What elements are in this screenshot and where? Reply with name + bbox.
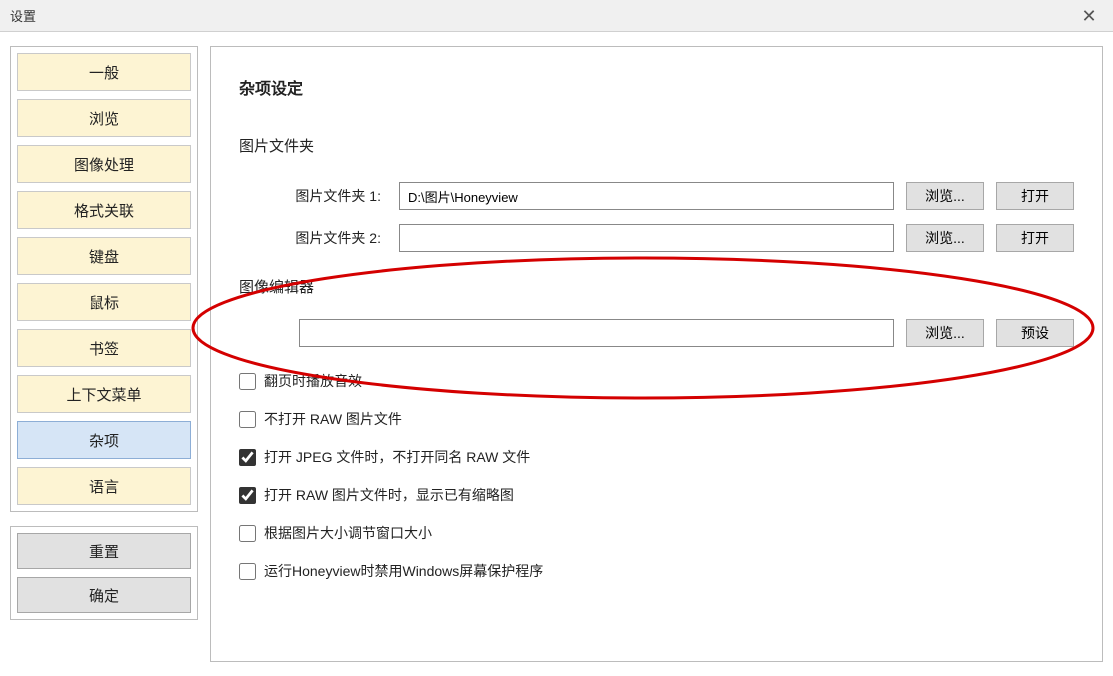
ok-button[interactable]: 确定 — [17, 577, 191, 613]
folder2-row: 图片文件夹 2: 浏览... 打开 — [239, 224, 1074, 252]
check-noraw-row: 不打开 RAW 图片文件 — [239, 409, 1074, 429]
reset-button[interactable]: 重置 — [17, 533, 191, 569]
editor-row: 浏览... 预设 — [239, 319, 1074, 347]
section-title: 杂项设定 — [239, 75, 1074, 99]
check-raw-thumb[interactable] — [239, 487, 256, 504]
sidebar: 一般 浏览 图像处理 格式关联 键盘 鼠标 书签 上下文菜单 杂项 语言 重置 … — [10, 46, 198, 662]
check-screensaver-row: 运行Honeyview时禁用Windows屏幕保护程序 — [239, 561, 1074, 581]
check-sound-row: 翻页时播放音效 — [239, 371, 1074, 391]
editor-input[interactable] — [299, 319, 894, 347]
folder1-open-button[interactable]: 打开 — [996, 182, 1074, 210]
sidebar-item-misc[interactable]: 杂项 — [17, 421, 191, 459]
editor-browse-button[interactable]: 浏览... — [906, 319, 984, 347]
folder2-label: 图片文件夹 2: — [279, 228, 399, 248]
image-folder-label: 图片文件夹 — [239, 135, 1074, 156]
dialog-body: 一般 浏览 图像处理 格式关联 键盘 鼠标 书签 上下文菜单 杂项 语言 重置 … — [0, 32, 1113, 676]
image-editor-label: 图像编辑器 — [239, 276, 1074, 297]
check-screensaver[interactable] — [239, 563, 256, 580]
check-raw-thumb-row: 打开 RAW 图片文件时，显示已有缩略图 — [239, 485, 1074, 505]
check-raw-thumb-label[interactable]: 打开 RAW 图片文件时，显示已有缩略图 — [264, 485, 514, 505]
sidebar-bottom: 重置 确定 — [10, 526, 198, 620]
check-resize-window[interactable] — [239, 525, 256, 542]
check-noraw-label[interactable]: 不打开 RAW 图片文件 — [264, 409, 402, 429]
close-icon[interactable]: ✕ — [1077, 4, 1101, 28]
content-panel: 杂项设定 图片文件夹 图片文件夹 1: 浏览... 打开 图片文件夹 2: 浏览… — [210, 46, 1103, 662]
folder1-browse-button[interactable]: 浏览... — [906, 182, 984, 210]
folder1-label: 图片文件夹 1: — [279, 186, 399, 206]
check-resize-window-label[interactable]: 根据图片大小调节窗口大小 — [264, 523, 432, 543]
sidebar-item-mouse[interactable]: 鼠标 — [17, 283, 191, 321]
window-title: 设置 — [10, 6, 36, 25]
folder1-input[interactable] — [399, 182, 894, 210]
check-jpeg-raw-row: 打开 JPEG 文件时，不打开同名 RAW 文件 — [239, 447, 1074, 467]
folder1-row: 图片文件夹 1: 浏览... 打开 — [239, 182, 1074, 210]
sidebar-item-general[interactable]: 一般 — [17, 53, 191, 91]
check-jpeg-raw-label[interactable]: 打开 JPEG 文件时，不打开同名 RAW 文件 — [264, 447, 530, 467]
check-sound-label[interactable]: 翻页时播放音效 — [264, 371, 362, 391]
check-sound[interactable] — [239, 373, 256, 390]
folder2-open-button[interactable]: 打开 — [996, 224, 1074, 252]
sidebar-item-imageprocess[interactable]: 图像处理 — [17, 145, 191, 183]
editor-preset-button[interactable]: 预设 — [996, 319, 1074, 347]
sidebar-item-language[interactable]: 语言 — [17, 467, 191, 505]
sidebar-item-browse[interactable]: 浏览 — [17, 99, 191, 137]
check-screensaver-label[interactable]: 运行Honeyview时禁用Windows屏幕保护程序 — [264, 561, 543, 581]
sidebar-item-format[interactable]: 格式关联 — [17, 191, 191, 229]
sidebar-item-bookmark[interactable]: 书签 — [17, 329, 191, 367]
nav-list: 一般 浏览 图像处理 格式关联 键盘 鼠标 书签 上下文菜单 杂项 语言 — [10, 46, 198, 512]
folder2-browse-button[interactable]: 浏览... — [906, 224, 984, 252]
folder2-input[interactable] — [399, 224, 894, 252]
title-bar: 设置 ✕ — [0, 0, 1113, 32]
sidebar-item-keyboard[interactable]: 键盘 — [17, 237, 191, 275]
check-jpeg-raw[interactable] — [239, 449, 256, 466]
check-resize-window-row: 根据图片大小调节窗口大小 — [239, 523, 1074, 543]
check-noraw[interactable] — [239, 411, 256, 428]
sidebar-item-contextmenu[interactable]: 上下文菜单 — [17, 375, 191, 413]
